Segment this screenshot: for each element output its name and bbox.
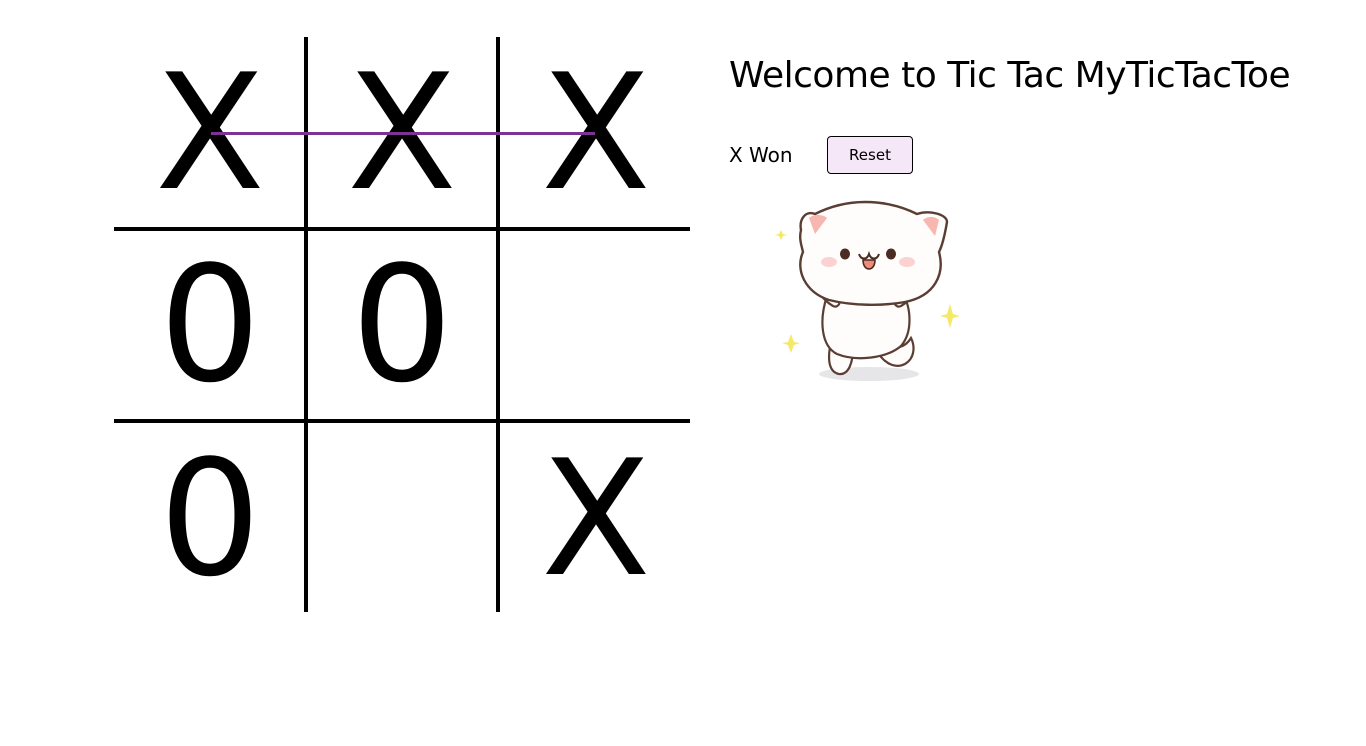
board-cell-1-0[interactable]: 0 bbox=[114, 229, 306, 421]
app: X X X 0 0 0 X Welcome to Tic Tac MyTicTa… bbox=[0, 0, 1366, 746]
cell-mark: X bbox=[541, 425, 651, 612]
board-cell-2-2[interactable]: X bbox=[500, 423, 692, 615]
status-row: X Won Reset bbox=[729, 136, 913, 174]
cell-mark: 0 bbox=[159, 231, 261, 418]
winning-line bbox=[211, 132, 595, 135]
cat-celebrating-icon bbox=[775, 200, 960, 381]
side-panel: Welcome to Tic Tac MyTicTacToe X Won Res… bbox=[729, 54, 1291, 174]
board-cell-1-1[interactable]: 0 bbox=[306, 229, 498, 421]
game-board: X X X 0 0 0 X bbox=[114, 37, 690, 613]
page-title: Welcome to Tic Tac MyTicTacToe bbox=[729, 55, 1291, 96]
cell-mark: 0 bbox=[351, 231, 453, 418]
reset-button[interactable]: Reset bbox=[827, 136, 913, 174]
board-cell-1-2[interactable] bbox=[500, 229, 692, 421]
game-status: X Won bbox=[729, 143, 793, 167]
cell-mark: 0 bbox=[159, 425, 261, 612]
board-cell-2-0[interactable]: 0 bbox=[114, 423, 306, 615]
board-cell-2-1[interactable] bbox=[306, 423, 498, 615]
